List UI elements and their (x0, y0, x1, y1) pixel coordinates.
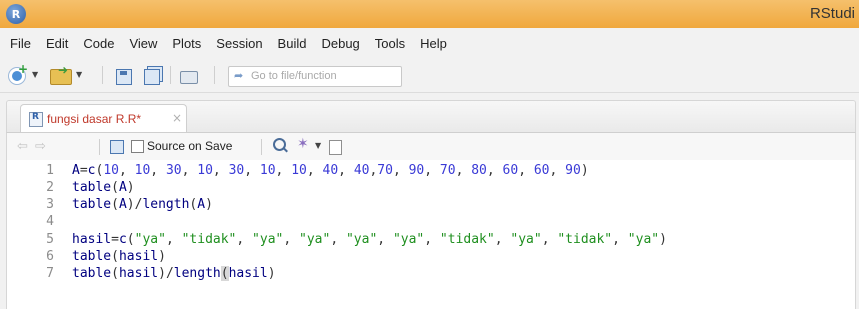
line-number: 4 (46, 214, 54, 229)
magic-wand-icon[interactable]: ✶ (297, 136, 309, 152)
menu-file[interactable]: File (10, 36, 31, 51)
code-line[interactable]: hasil=c("ya", "tidak", "ya", "ya", "ya",… (72, 231, 667, 248)
source-on-save-checkbox[interactable] (131, 140, 144, 153)
window-title: RStudi (809, 5, 855, 22)
toolbar-separator (261, 139, 262, 155)
editor-toolbar: ⇦ ⇨ Source on Save ✶ ▼ (6, 132, 856, 161)
toolbar-separator (214, 66, 215, 84)
menu-code[interactable]: Code (83, 36, 114, 51)
open-dropdown-icon[interactable]: ▼ (76, 70, 82, 86)
wand-dropdown-icon[interactable]: ▼ (315, 141, 321, 150)
goto-placeholder: Go to file/function (251, 70, 337, 82)
code-line[interactable]: table(A) (72, 179, 135, 196)
line-number: 3 (46, 197, 54, 212)
code-line[interactable]: table(A)/length(A) (72, 196, 213, 213)
toolbar-separator (170, 66, 171, 84)
menu-view[interactable]: View (129, 36, 157, 51)
menu-session[interactable]: Session (216, 36, 262, 51)
line-number: 7 (46, 266, 54, 281)
code-line[interactable]: table(hasil) (72, 248, 166, 265)
search-icon[interactable] (273, 138, 286, 151)
line-number: 6 (46, 249, 54, 264)
menu-debug[interactable]: Debug (321, 36, 359, 51)
code-line[interactable]: table(hasil)/length(hasil) (72, 265, 276, 282)
save-all-icon[interactable] (144, 69, 160, 85)
tab-label: fungsi dasar R.R* (47, 112, 142, 126)
menu-plots[interactable]: Plots (172, 36, 201, 51)
code-line[interactable]: A=c(10, 10, 30, 10, 30, 10, 10, 40, 40,7… (72, 162, 589, 179)
tab-fungsi-dasar[interactable]: fungsi dasar R.R* × (20, 104, 187, 133)
forward-arrow-icon[interactable]: ⇨ (35, 139, 46, 154)
save-icon[interactable] (110, 140, 124, 154)
line-number: 5 (46, 232, 54, 247)
print-icon[interactable] (180, 71, 198, 84)
menu-tools[interactable]: Tools (375, 36, 405, 51)
r-file-icon (29, 112, 43, 127)
close-icon[interactable]: × (172, 111, 182, 125)
plus-icon: + (18, 62, 29, 76)
main-toolbar: + ▼ ➜ ▼ ➦ Go to file/function (0, 58, 859, 93)
menu-build[interactable]: Build (278, 36, 307, 51)
goto-file-input[interactable]: ➦ Go to file/function (228, 66, 402, 87)
compile-report-icon[interactable] (329, 140, 342, 155)
toolbar-separator (99, 139, 100, 155)
save-icon[interactable] (116, 69, 132, 85)
toolbar-separator (102, 66, 103, 84)
source-on-save-label: Source on Save (147, 139, 233, 153)
r-logo-icon[interactable]: R (6, 4, 26, 24)
menu-help[interactable]: Help (420, 36, 447, 51)
arrow-icon: ➜ (58, 63, 69, 77)
line-number: 2 (46, 180, 54, 195)
goto-arrow-icon: ➦ (234, 69, 244, 82)
new-file-dropdown-icon[interactable]: ▼ (32, 70, 38, 86)
menu-edit[interactable]: Edit (46, 36, 68, 51)
back-arrow-icon[interactable]: ⇦ (17, 139, 28, 154)
menu-bar: File Edit Code View Plots Session Build … (0, 28, 859, 58)
title-bar: R RStudi (0, 0, 859, 28)
line-number: 1 (46, 163, 54, 178)
